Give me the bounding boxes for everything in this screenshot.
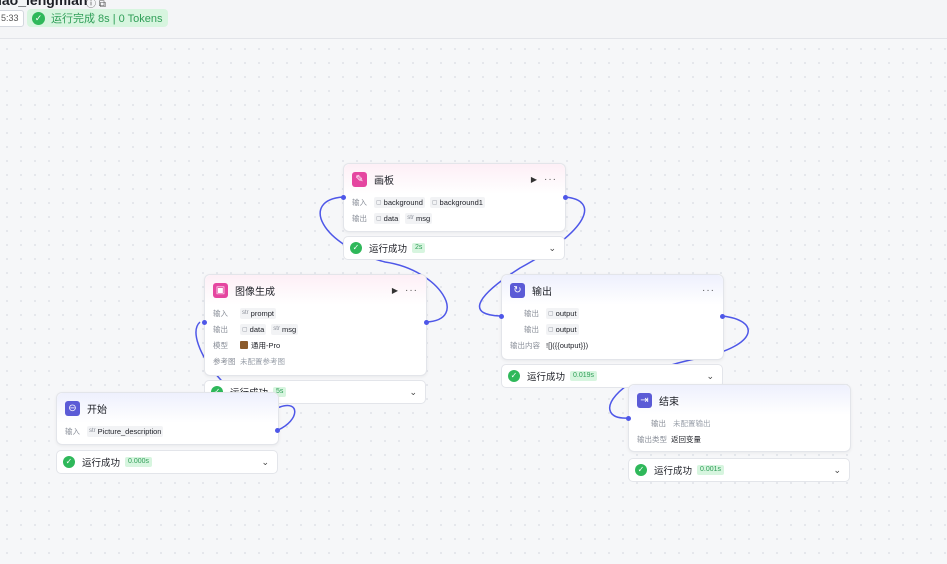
- node-board-status[interactable]: ✓ 运行成功 2s ⌄: [343, 236, 565, 260]
- node-end-title: 结束: [659, 396, 679, 408]
- node-end-header: ⇥ 结束: [629, 385, 850, 415]
- input-label: 输入: [213, 308, 228, 318]
- node-image-gen[interactable]: ▣ 图像生成 ▶ ··· 输入 str prompt 输出 ▢ data str ms…: [204, 274, 427, 376]
- image-icon: ▣: [213, 282, 228, 298]
- param-tag: ▢ background1: [429, 196, 485, 208]
- str-type-icon: str: [242, 310, 249, 316]
- type-label: 输出类型: [637, 434, 667, 444]
- more-icon[interactable]: ···: [702, 285, 715, 296]
- more-icon[interactable]: ···: [544, 174, 557, 185]
- port-board-out[interactable]: [563, 195, 568, 200]
- node-board-title: 画板: [374, 175, 394, 187]
- param-tag: ▢ data: [240, 323, 267, 335]
- duration-badge: 0.019s: [570, 371, 598, 381]
- ref-value: 未配置参考图: [240, 356, 285, 366]
- run-status-pill: ✓ 运行完成 8s | 0 Tokens: [27, 9, 169, 27]
- start-icon: ⊖: [65, 400, 80, 416]
- port-image-out[interactable]: [424, 320, 429, 325]
- image-type-icon: ▢: [376, 215, 382, 222]
- node-output[interactable]: ↻ 输出 ··· 输出 ▢ output 输出 ▢ output 输出内容 ![](…: [501, 274, 724, 360]
- str-type-icon: str: [407, 215, 414, 221]
- type-value: 返回变量: [671, 434, 701, 444]
- param-tag: str msg: [405, 212, 433, 224]
- check-icon: ✓: [32, 11, 45, 25]
- check-icon: ✓: [635, 464, 647, 476]
- param-tag: ▢ background: [374, 196, 425, 208]
- node-image-gen-title: 图像生成: [235, 286, 275, 298]
- port-image-in[interactable]: [202, 320, 207, 325]
- str-type-icon: str: [89, 428, 96, 434]
- node-start-status[interactable]: ✓ 运行成功 0.000s ⌄: [56, 450, 278, 474]
- node-output-title: 输出: [532, 286, 552, 298]
- image-type-icon: ▢: [431, 199, 438, 206]
- image-type-icon: ▢: [376, 199, 382, 206]
- status-text: 运行成功: [654, 466, 693, 477]
- node-start-title: 开始: [87, 404, 107, 416]
- chevron-down-icon[interactable]: ⌄: [548, 243, 556, 254]
- input-label: 输入: [352, 197, 367, 207]
- chevron-down-icon[interactable]: ⌄: [409, 387, 417, 398]
- top-bar: iao_lengmian ⓘ ⧉ 5:33 ✓ 运行完成 8s | 0 Toke…: [0, 0, 947, 39]
- param-tag: ▢ output: [546, 323, 579, 335]
- node-output-header: ↻ 输出 ···: [502, 275, 723, 305]
- port-end-in[interactable]: [626, 416, 631, 421]
- run-status-text: 运行完成 8s | 0 Tokens: [51, 13, 163, 25]
- output-label: 输出: [524, 308, 539, 318]
- output-icon: ↻: [510, 282, 525, 298]
- end-icon: ⇥: [637, 392, 652, 408]
- node-start-header: ⊖ 开始: [57, 393, 278, 423]
- model-label: 模型: [213, 340, 228, 350]
- output-value: 未配置输出: [673, 418, 711, 428]
- param-tag: str prompt: [240, 307, 277, 319]
- input-label: 输入: [65, 426, 80, 436]
- node-end[interactable]: ⇥ 结束 输出 未配置输出 输出类型 返回变量: [628, 384, 851, 452]
- content-value: ![]({{output}}): [546, 340, 589, 350]
- duration-badge: 0.001s: [697, 465, 725, 475]
- more-icon[interactable]: ···: [405, 285, 418, 296]
- chevron-down-icon[interactable]: ⌄: [706, 371, 714, 382]
- status-text: 运行成功: [82, 458, 121, 469]
- node-start[interactable]: ⊖ 开始 输入 str Picture_description: [56, 392, 279, 445]
- port-start-out[interactable]: [275, 428, 280, 433]
- port-output-in[interactable]: [499, 314, 504, 319]
- image-type-icon: ▢: [548, 310, 554, 317]
- duration-badge: 0.000s: [125, 457, 153, 467]
- node-board-header: ✎ 画板 ▶ ···: [344, 164, 565, 194]
- node-end-status[interactable]: ✓ 运行成功 0.001s ⌄: [628, 458, 850, 482]
- time-chip: 5:33: [0, 10, 24, 27]
- node-image-gen-header: ▣ 图像生成 ▶ ···: [205, 275, 426, 305]
- output-label: 输出: [213, 324, 228, 334]
- model-icon: [240, 341, 248, 349]
- node-board[interactable]: ✎ 画板 ▶ ··· 输入 ▢ background ▢ background1 输…: [343, 163, 566, 232]
- workflow-title: iao_lengmian: [0, 0, 88, 8]
- check-icon: ✓: [508, 370, 520, 382]
- status-text: 运行成功: [527, 372, 566, 383]
- output-label: 输出: [651, 418, 666, 428]
- duration-badge: 2s: [412, 243, 426, 253]
- str-type-icon: str: [273, 326, 280, 332]
- check-icon: ✓: [350, 242, 362, 254]
- status-text: 运行成功: [369, 244, 408, 255]
- param-tag: str msg: [271, 323, 299, 335]
- image-type-icon: ▢: [242, 326, 248, 333]
- model-value: 通用-Pro: [251, 340, 281, 350]
- board-icon: ✎: [352, 171, 367, 187]
- param-tag: ▢ output: [546, 307, 579, 319]
- play-icon[interactable]: ▶: [531, 175, 537, 184]
- content-label: 输出内容: [510, 340, 540, 350]
- port-output-out[interactable]: [720, 314, 725, 319]
- port-board-in[interactable]: [341, 195, 346, 200]
- chevron-down-icon[interactable]: ⌄: [833, 465, 841, 476]
- check-icon: ✓: [63, 456, 75, 468]
- image-type-icon: ▢: [548, 326, 554, 333]
- param-tag: ▢ data: [374, 212, 401, 224]
- ref-label: 参考图: [213, 356, 236, 366]
- chevron-down-icon[interactable]: ⌄: [261, 457, 269, 468]
- output-label: 输出: [352, 213, 367, 223]
- output-label: 输出: [524, 324, 539, 334]
- param-tag: str Picture_description: [87, 425, 164, 437]
- play-icon[interactable]: ▶: [392, 286, 398, 295]
